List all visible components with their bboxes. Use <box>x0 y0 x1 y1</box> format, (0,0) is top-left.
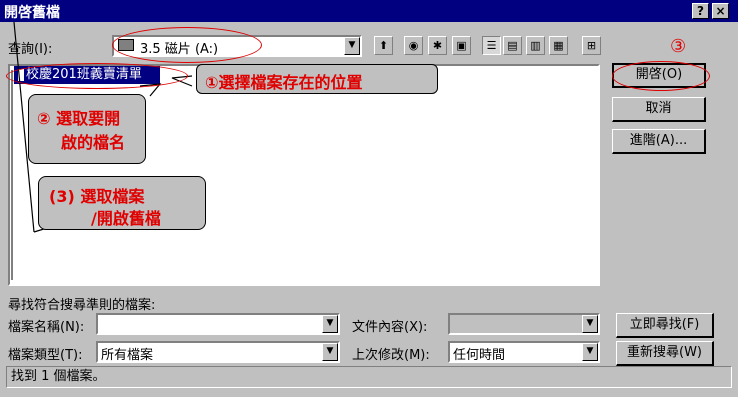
callout-2: ② 選取要開 啟的檔名 <box>28 94 146 164</box>
open-highlight-oval <box>612 61 710 91</box>
filetype-value: 所有檔案 <box>101 348 154 363</box>
callout-3-line2: /開啟舊檔 <box>91 209 161 228</box>
properties-view-icon[interactable]: ▥ <box>526 36 545 55</box>
content-field[interactable]: ▼ <box>448 313 600 335</box>
filetype-dropdown[interactable]: 所有檔案 ▼ <box>96 341 340 363</box>
modified-dropdown-arrow-icon[interactable]: ▼ <box>582 343 598 361</box>
filetype-label: 檔案類型(T): <box>8 348 83 363</box>
title-bar <box>0 0 738 22</box>
commands-settings-icon[interactable]: ⊞ <box>582 36 601 55</box>
callout-3: (3) 選取檔案 /開啟舊檔 <box>38 176 206 230</box>
callout-2-line2: 啟的檔名 <box>61 133 126 152</box>
modified-label: 上次修改(M): <box>352 348 430 363</box>
help-button[interactable]: ? <box>692 3 709 19</box>
filename-field[interactable]: ▼ <box>96 313 340 335</box>
callout-2-line1: ② 選取要開 <box>37 109 121 128</box>
add-to-favorites-icon[interactable]: ✱ <box>428 36 447 55</box>
filetype-dropdown-arrow-icon[interactable]: ▼ <box>322 343 338 361</box>
content-label: 文件內容(X): <box>352 320 428 335</box>
step-3-label: ③ <box>670 36 687 57</box>
search-criteria-heading: 尋找符合搜尋準則的檔案: <box>8 298 156 313</box>
window-title: 開啓舊檔 <box>4 5 60 21</box>
callout-3-line1: (3) 選取檔案 <box>49 187 145 206</box>
new-search-button[interactable]: 重新搜尋(W) <box>616 341 714 366</box>
modified-value: 任何時間 <box>453 348 506 363</box>
status-bar: 找到 1 個檔案。 <box>6 366 732 388</box>
file-highlight-oval <box>6 63 188 89</box>
cancel-button[interactable]: 取消 <box>612 97 706 122</box>
lookin-label: 查詢(I): <box>8 42 53 57</box>
lookin-highlight-oval <box>112 27 262 63</box>
close-button[interactable]: × <box>712 3 729 19</box>
modified-dropdown[interactable]: 任何時間 ▼ <box>448 341 600 363</box>
callout-1: ①選擇檔案存在的位置 <box>196 64 438 94</box>
preview-view-icon[interactable]: ▦ <box>549 36 568 55</box>
filename-dropdown-arrow-icon[interactable]: ▼ <box>322 315 338 333</box>
up-one-level-icon[interactable]: ⬆ <box>374 36 393 55</box>
look-in-favorites-icon[interactable]: ▣ <box>452 36 471 55</box>
details-view-icon[interactable]: ▤ <box>503 36 522 55</box>
filename-label: 檔案名稱(N): <box>8 320 85 335</box>
search-web-icon[interactable]: ◉ <box>404 36 423 55</box>
find-now-button[interactable]: 立即尋找(F) <box>616 313 714 338</box>
lookin-dropdown-arrow-icon[interactable]: ▼ <box>344 37 360 55</box>
content-dropdown-arrow-icon[interactable]: ▼ <box>582 315 598 333</box>
advanced-button[interactable]: 進階(A)... <box>612 129 706 154</box>
list-view-icon[interactable]: ☰ <box>482 36 501 55</box>
callout-1-text: ①選擇檔案存在的位置 <box>205 73 363 92</box>
